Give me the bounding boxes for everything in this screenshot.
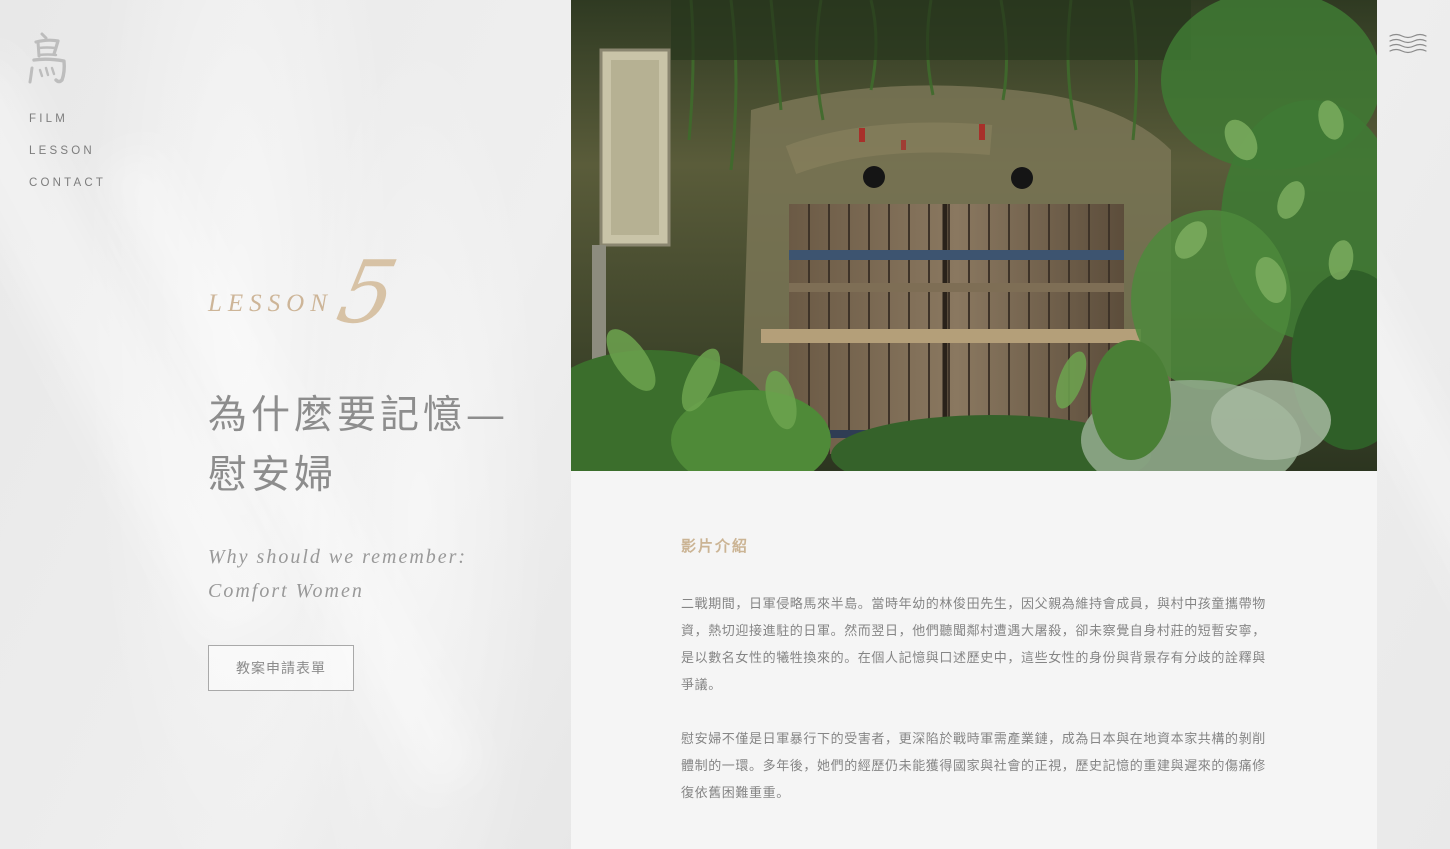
nav-item-film[interactable]: FILM <box>29 110 106 142</box>
overgrown-door-illustration <box>571 0 1377 471</box>
film-intro-panel: 影片介紹 二戰期間，日軍侵略馬來半島。當時年幼的林俊田先生，因父親為維持會成員，… <box>571 471 1377 849</box>
hero-photo <box>571 0 1377 471</box>
page: 島 FILM LESSON CONTACT LESSON 5 為什麼要記憶— 慰… <box>0 0 1450 849</box>
page-title-en: Why should we remember: Comfort Women <box>208 540 538 608</box>
intro-heading: 影片介紹 <box>681 537 750 555</box>
nav-item-lesson[interactable]: LESSON <box>29 142 106 174</box>
title-en-line1: Why should we remember: <box>208 546 468 568</box>
lesson-heading: LESSON 5 <box>208 243 448 346</box>
main-nav: FILM LESSON CONTACT <box>29 110 106 206</box>
hamburger-wave-icon[interactable] <box>1388 30 1428 56</box>
brand-logo[interactable]: 島 <box>28 28 72 88</box>
intro-paragraph-1: 二戰期間，日軍侵略馬來半島。當時年幼的林俊田先生，因父親為維持會成員，與村中孩童… <box>681 597 1266 693</box>
lesson-number: 5 <box>329 243 406 343</box>
title-zh-line2: 慰安婦 <box>208 453 338 498</box>
nav-item-contact[interactable]: CONTACT <box>29 174 106 206</box>
title-en-line2: Comfort Women <box>208 580 364 602</box>
page-title-zh: 為什麼要記憶— 慰安婦 <box>208 386 538 506</box>
intro-paragraph-2: 慰安婦不僅是日軍暴行下的受害者，更深陷於戰時軍需產業鏈，成為日本與在地資本家共構… <box>681 732 1266 801</box>
title-zh-line1: 為什麼要記憶— <box>208 393 510 438</box>
lesson-label: LESSON <box>208 290 333 317</box>
logo-brush-glyph <box>28 32 66 84</box>
lesson-application-button[interactable]: 教案申請表單 <box>208 645 354 691</box>
